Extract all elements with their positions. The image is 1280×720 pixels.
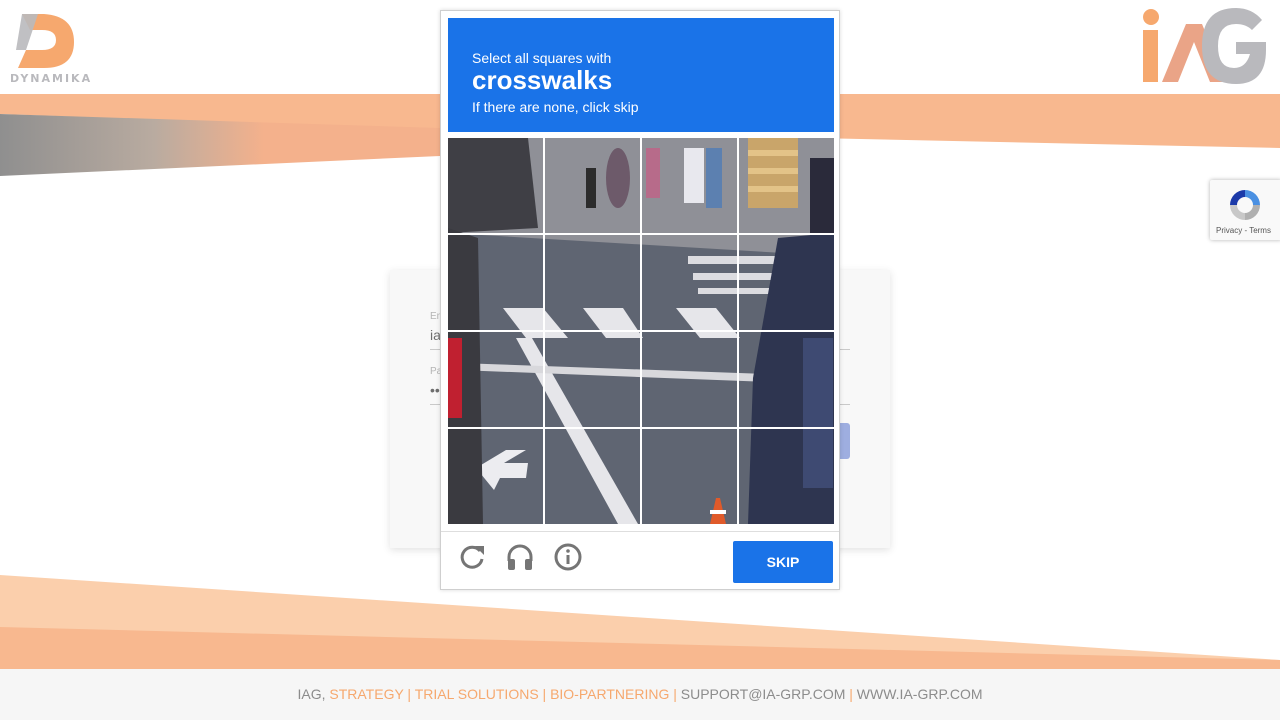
captcha-image-grid xyxy=(448,138,834,524)
iag-logo xyxy=(1143,8,1266,84)
site-footer: IAG, STRATEGY | TRIAL SOLUTIONS | BIO-PA… xyxy=(0,669,1280,720)
captcha-tile[interactable] xyxy=(739,429,834,524)
reload-icon[interactable] xyxy=(457,542,487,572)
captcha-skip-hint: If there are none, click skip xyxy=(472,99,639,115)
footer-company: IAG, xyxy=(297,686,330,702)
footer-services: STRATEGY | TRIAL SOLUTIONS | BIO-PARTNER… xyxy=(329,686,681,702)
captcha-tile[interactable] xyxy=(448,235,543,330)
footer-website-link[interactable]: WWW.IA-GRP.COM xyxy=(857,686,983,702)
captcha-tile[interactable] xyxy=(739,332,834,427)
captcha-tile[interactable] xyxy=(642,138,737,233)
password-field[interactable]: •• xyxy=(430,382,440,398)
captcha-tile[interactable] xyxy=(739,235,834,330)
captcha-challenge: Select all squares with crosswalks If th… xyxy=(440,10,840,590)
headphones-icon[interactable] xyxy=(505,542,535,572)
footer-email-link[interactable]: SUPPORT@IA-GRP.COM xyxy=(681,686,846,702)
captcha-tile[interactable] xyxy=(448,332,543,427)
captcha-tile[interactable] xyxy=(545,138,640,233)
dynamika-logo-text: DYNAMIKA xyxy=(10,72,93,85)
captcha-footer: SKIP xyxy=(441,531,839,590)
captcha-tile[interactable] xyxy=(545,235,640,330)
recaptcha-privacy-terms[interactable]: Privacy - Terms xyxy=(1216,226,1271,235)
info-icon[interactable] xyxy=(553,542,583,572)
captcha-tile[interactable] xyxy=(448,138,543,233)
captcha-tile[interactable] xyxy=(448,429,543,524)
captcha-header: Select all squares with crosswalks If th… xyxy=(448,18,834,132)
captcha-tile[interactable] xyxy=(545,332,640,427)
captcha-tile[interactable] xyxy=(545,429,640,524)
captcha-tile[interactable] xyxy=(739,138,834,233)
captcha-tile[interactable] xyxy=(642,332,737,427)
skip-button[interactable]: SKIP xyxy=(733,541,833,583)
recaptcha-logo-icon xyxy=(1230,190,1260,220)
footer-separator: | xyxy=(845,686,857,702)
captcha-target: crosswalks xyxy=(472,65,613,95)
captcha-tile[interactable] xyxy=(642,235,737,330)
captcha-instruction: Select all squares with xyxy=(472,50,612,66)
captcha-tile[interactable] xyxy=(642,429,737,524)
recaptcha-badge[interactable]: Privacy - Terms xyxy=(1210,180,1280,240)
